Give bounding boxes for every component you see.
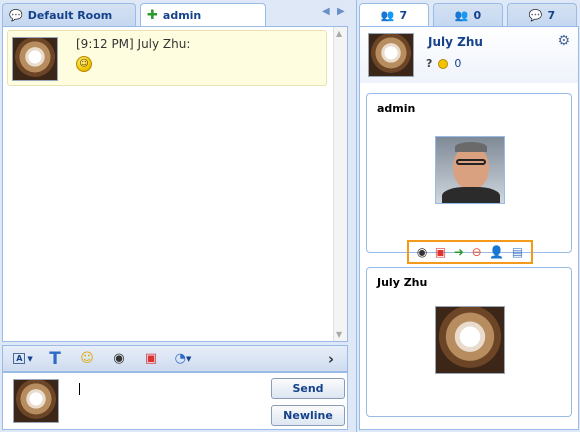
avatar	[13, 379, 59, 423]
plus-icon: ✚	[147, 7, 158, 23]
scrollbar[interactable]: ▲ ▼	[333, 27, 347, 341]
user-photo[interactable]	[435, 306, 505, 374]
more-arrow-icon[interactable]: ›	[321, 350, 341, 368]
users-panel: 👥 7 👥 0 💬 7 July Zhu ⚙ ? 0 admin ◉ ▣ ➜ ⊖…	[356, 0, 580, 432]
users-icon: 👥	[380, 8, 395, 22]
file-transfer-icon[interactable]: ➜	[454, 245, 464, 259]
gear-icon[interactable]: ⚙	[557, 33, 570, 49]
message-area: [9:12 PM] July Zhu: ☺ ▲ ▼	[2, 26, 348, 342]
chat-bubble-icon: 💬	[9, 8, 23, 22]
text-format-icon[interactable]: T	[45, 349, 65, 369]
next-arrow-icon[interactable]: ▶	[337, 6, 345, 17]
group-icon: 👥	[454, 8, 469, 22]
block-icon[interactable]: ⊖	[472, 245, 482, 259]
chat-icon: 💬	[528, 8, 543, 22]
tab-users[interactable]: 👥 7	[359, 3, 429, 26]
tab-label: admin	[162, 8, 202, 22]
tab-groups[interactable]: 👥 0	[433, 3, 503, 26]
profile-icon[interactable]: ▤	[512, 245, 523, 259]
smiley-icon: ☺	[76, 56, 92, 72]
message-header: [9:12 PM] July Zhu:	[76, 37, 191, 51]
message-input[interactable]: Send Newline	[2, 372, 348, 430]
font-style-icon[interactable]: A ▼	[13, 350, 33, 368]
my-status: ? 0	[426, 57, 461, 70]
text-caret	[79, 383, 80, 395]
tab-default-room[interactable]: 💬 Default Room	[2, 3, 136, 26]
coins-icon	[438, 58, 449, 69]
avatar	[12, 37, 58, 81]
avatar[interactable]	[368, 33, 414, 77]
gift-icon[interactable]: ▣	[141, 350, 161, 368]
users-count: 7	[399, 8, 408, 22]
user-name: July Zhu	[377, 276, 428, 289]
user-actions: ◉ ▣ ➜ ⊖ 👤 ▤	[407, 240, 533, 264]
tab-chats[interactable]: 💬 7	[507, 3, 577, 26]
my-name[interactable]: July Zhu	[428, 35, 483, 49]
scroll-down-icon[interactable]: ▼	[336, 330, 342, 339]
doodle-icon[interactable]: ◔ ▼	[173, 350, 193, 368]
message-item: [9:12 PM] July Zhu: ☺	[7, 30, 327, 86]
user-card-july-zhu: July Zhu	[366, 267, 572, 417]
chat-panel: 💬 Default Room ✚ admin ◀ ▶ [9:12 PM] Jul…	[0, 0, 352, 432]
tab-label: Default Room	[27, 8, 113, 22]
input-toolbar: A ▼ T ☺ ◉ ▣ ◔ ▼ ›	[2, 345, 348, 372]
users-body: July Zhu ⚙ ? 0 admin ◉ ▣ ➜ ⊖ 👤 ▤ July Zh…	[359, 26, 579, 430]
user-photo[interactable]	[435, 136, 505, 204]
webcam-icon[interactable]: ◉	[417, 245, 427, 259]
webcam-icon[interactable]: ◉	[109, 350, 129, 368]
emoticon-icon[interactable]: ☺	[77, 350, 97, 368]
scroll-up-icon[interactable]: ▲	[336, 29, 342, 38]
tab-admin[interactable]: ✚ admin	[140, 3, 266, 26]
add-friend-icon[interactable]: 👤	[489, 245, 504, 259]
send-button[interactable]: Send	[271, 378, 345, 399]
help-icon[interactable]: ?	[426, 57, 432, 70]
my-profile: July Zhu ⚙ ? 0	[360, 27, 578, 83]
user-card-admin: admin ◉ ▣ ➜ ⊖ 👤 ▤	[366, 93, 572, 264]
coins-count: 0	[454, 57, 462, 70]
chats-count: 7	[547, 8, 556, 22]
groups-count: 0	[473, 8, 482, 22]
prev-arrow-icon[interactable]: ◀	[322, 6, 330, 17]
newline-button[interactable]: Newline	[271, 405, 345, 426]
gift-icon[interactable]: ▣	[435, 245, 446, 259]
user-name: admin	[377, 102, 416, 115]
